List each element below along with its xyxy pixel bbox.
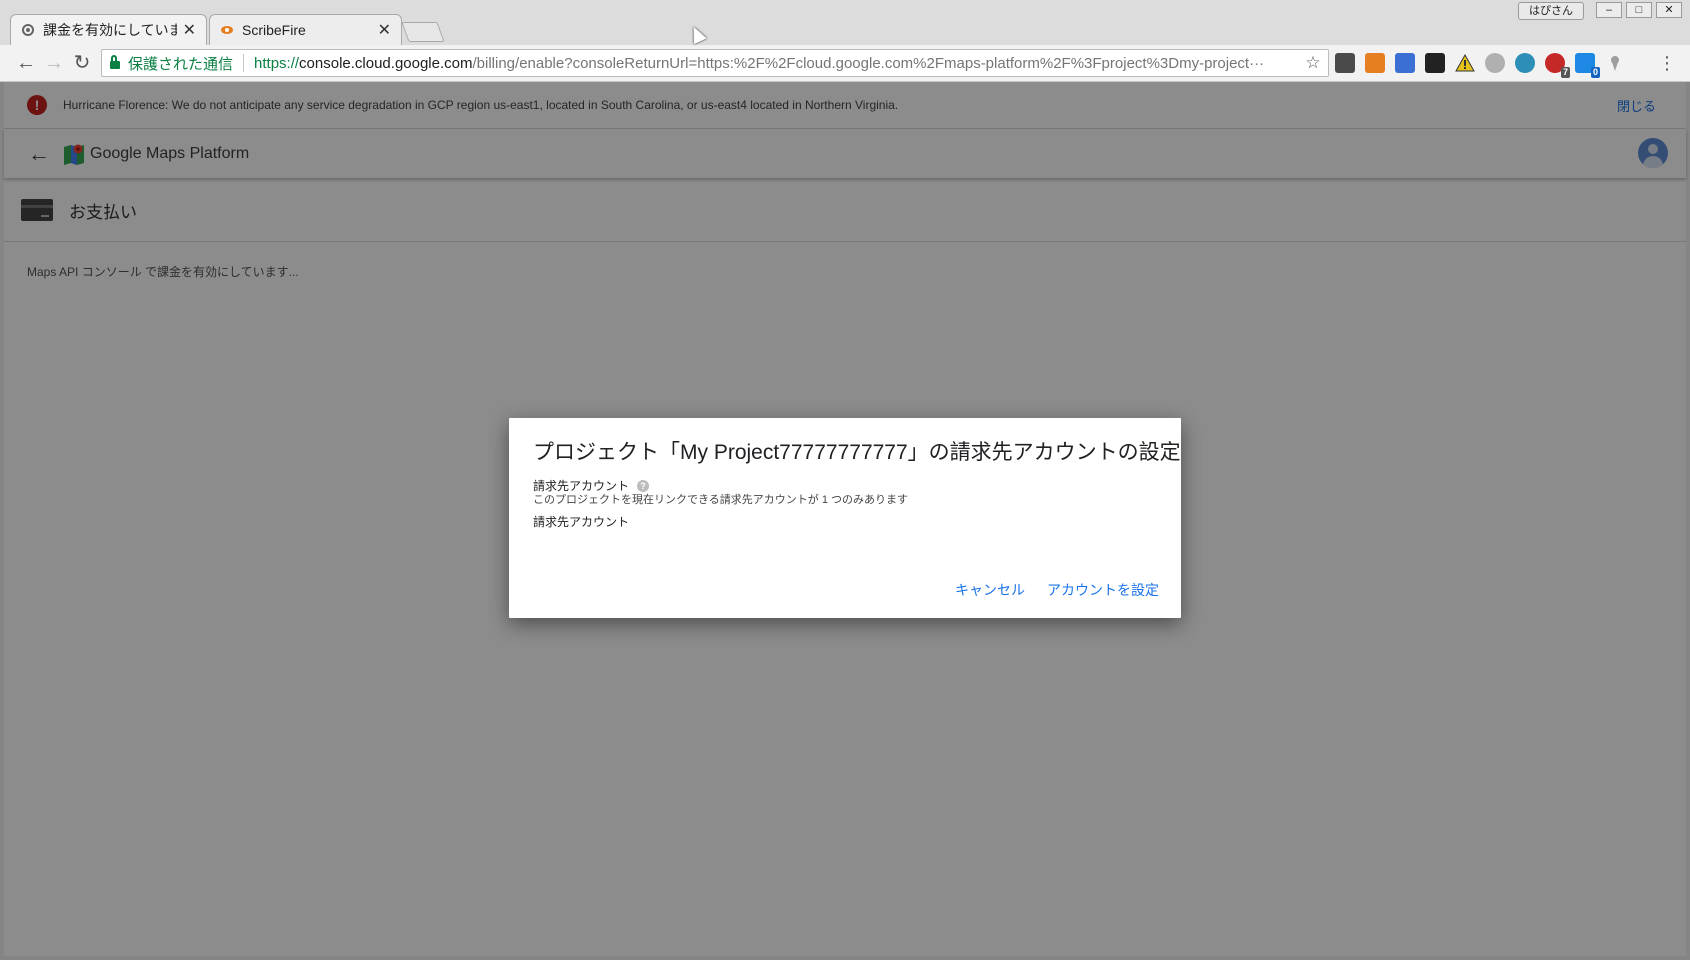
tab-close-icon[interactable]: ✕	[378, 20, 391, 40]
tab-title: ScribeFire	[242, 22, 306, 38]
tab-title: 課金を有効にしています	[43, 22, 177, 38]
cloud-icon[interactable]	[1485, 53, 1505, 73]
tab-strip: 課金を有効にしています ✕ ScribeFire ✕ はぴさん – □ ✕	[0, 0, 1690, 45]
reload-button[interactable]: ↻	[70, 51, 94, 75]
forward-button[interactable]: →	[42, 51, 66, 75]
r-ext-icon[interactable]: 7	[1545, 53, 1570, 78]
pocket-icon[interactable]	[1335, 53, 1355, 73]
billing-account-field-label: 請求先アカウント	[533, 515, 630, 529]
maximize-button[interactable]: □	[1626, 2, 1652, 18]
warning-icon[interactable]	[1455, 53, 1475, 73]
badge-count: 0	[1590, 67, 1600, 78]
tab-scribefire[interactable]: ScribeFire ✕	[209, 14, 402, 45]
m-ext-icon[interactable]	[1515, 53, 1535, 73]
address-bar[interactable]: 保護された通信 https://console.cloud.google.com…	[101, 49, 1329, 77]
browser-toolbar: ← → ↻ 保護された通信 https://console.cloud.goog…	[0, 45, 1690, 82]
blue-ext-icon[interactable]: 0	[1575, 53, 1600, 78]
divider	[243, 54, 245, 72]
new-tab-button[interactable]	[401, 22, 445, 42]
pin-icon[interactable]	[1605, 53, 1625, 73]
secure-label: 保護された通信	[128, 55, 234, 73]
dialog-actions: キャンセル アカウントを設定	[955, 580, 1159, 600]
browser-window: 課金を有効にしています ✕ ScribeFire ✕ はぴさん – □ ✕ ← …	[0, 0, 1690, 960]
url-host: console.cloud.google.com	[299, 54, 473, 72]
browser-menu-icon[interactable]: ⋮	[1658, 51, 1676, 75]
buffer-icon[interactable]	[1425, 53, 1445, 73]
dialog-title: プロジェクト「My Project77777777777」の請求先アカウントの設…	[533, 441, 1181, 464]
bookmark-star-icon[interactable]: ☆	[1302, 53, 1324, 73]
profile-chip[interactable]: はぴさん	[1518, 2, 1584, 20]
lock-icon	[110, 55, 120, 69]
set-account-button[interactable]: アカウントを設定	[1047, 580, 1159, 600]
back-button[interactable]: ←	[14, 51, 38, 75]
tab-close-icon[interactable]: ✕	[183, 20, 196, 40]
url-text[interactable]: https://console.cloud.google.com/billing…	[254, 55, 1302, 72]
gear-icon	[21, 23, 35, 37]
analytics-icon[interactable]	[1395, 53, 1415, 73]
minimize-button[interactable]: –	[1596, 2, 1622, 18]
window-controls: – □ ✕	[1596, 2, 1682, 18]
billing-account-dialog: プロジェクト「My Project77777777777」の請求先アカウントの設…	[509, 418, 1181, 618]
dialog-description: このプロジェクトを現在リンクできる請求先アカウントが 1 つのみあります	[533, 494, 909, 506]
help-icon[interactable]: ?	[637, 479, 650, 492]
close-window-button[interactable]: ✕	[1656, 2, 1682, 18]
extensions-bar: 7 0	[1335, 53, 1625, 78]
scribefire-icon	[220, 23, 234, 37]
url-path: /billing/enable?consoleReturnUrl=https:%…	[472, 54, 1265, 72]
url-scheme: https://	[254, 54, 300, 72]
cancel-button[interactable]: キャンセル	[955, 580, 1025, 600]
tab-billing[interactable]: 課金を有効にしています ✕	[10, 14, 207, 45]
scribefire-ext-icon[interactable]	[1365, 53, 1385, 73]
badge-count: 7	[1560, 67, 1570, 78]
